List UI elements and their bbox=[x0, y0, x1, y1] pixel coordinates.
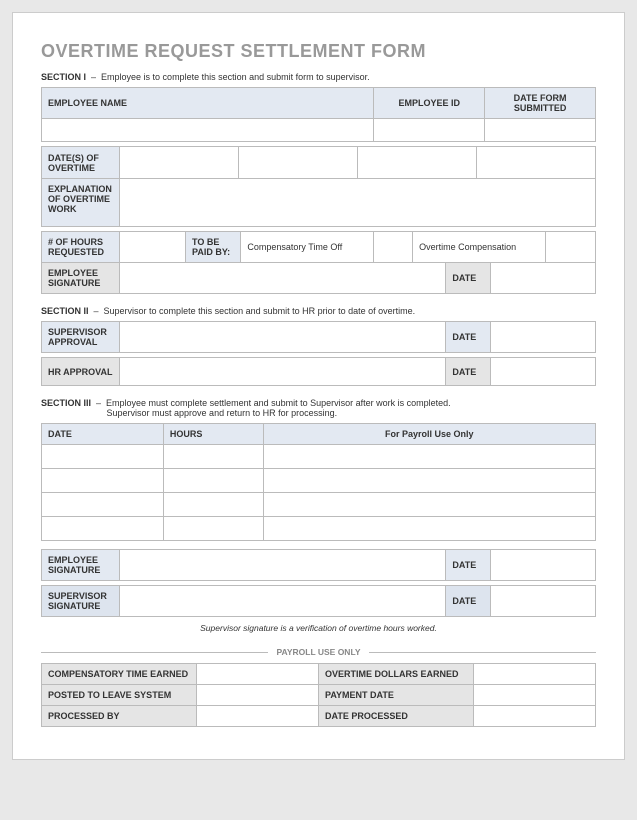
option-overtime-comp: Overtime Compensation bbox=[413, 232, 546, 263]
overtime-comp-checkbox[interactable] bbox=[546, 232, 596, 263]
label-supervisor-approval: SUPERVISOR APPROVAL bbox=[42, 322, 120, 353]
emp-sig-3-field[interactable] bbox=[119, 550, 446, 581]
explanation-field[interactable] bbox=[119, 179, 595, 227]
date-submitted-field[interactable] bbox=[485, 119, 596, 142]
hours-requested-field[interactable] bbox=[119, 232, 185, 263]
label-explanation: EXPLANATION OF OVERTIME WORK bbox=[42, 179, 120, 227]
label-date-processed: DATE PROCESSED bbox=[318, 706, 473, 727]
employee-id-field[interactable] bbox=[374, 119, 485, 142]
section2-desc: Supervisor to complete this section and … bbox=[104, 306, 416, 316]
ot-dollars-field[interactable] bbox=[474, 664, 596, 685]
section3-desc1: Employee must complete settlement and su… bbox=[106, 398, 451, 408]
settle-date-3[interactable] bbox=[42, 493, 164, 517]
supervisor-approval-date-field[interactable] bbox=[490, 322, 595, 353]
label-paid-by: TO BE PAID BY: bbox=[186, 232, 241, 263]
dates-ot-field-2[interactable] bbox=[238, 147, 357, 179]
supervisor-approval-field[interactable] bbox=[119, 322, 446, 353]
settle-hours-3[interactable] bbox=[163, 493, 263, 517]
section2-table-hr: HR APPROVAL DATE bbox=[41, 357, 596, 386]
settle-date-4[interactable] bbox=[42, 517, 164, 541]
page-title: OVERTIME REQUEST SETTLEMENT FORM bbox=[41, 41, 596, 62]
employee-name-field[interactable] bbox=[42, 119, 374, 142]
section1-desc: Employee is to complete this section and… bbox=[101, 72, 370, 82]
divider-line-right bbox=[369, 652, 596, 653]
settle-payroll-4[interactable] bbox=[263, 517, 595, 541]
section3-sig-sup: SUPERVISOR SIGNATURE DATE bbox=[41, 585, 596, 617]
col-employee-name: EMPLOYEE NAME bbox=[42, 88, 374, 119]
label-employee-signature: EMPLOYEE SIGNATURE bbox=[42, 263, 120, 294]
settle-date-2[interactable] bbox=[42, 469, 164, 493]
label-processed-by: PROCESSED BY bbox=[42, 706, 197, 727]
sup-sig-3-field[interactable] bbox=[119, 586, 446, 617]
section3-desc2: Supervisor must approve and return to HR… bbox=[107, 408, 338, 418]
date-submitted-input[interactable] bbox=[491, 124, 589, 136]
section3-intro: SECTION III – Employee must complete set… bbox=[41, 398, 596, 418]
label-sup-date: DATE bbox=[446, 322, 490, 353]
option-comp-time-off: Compensatory Time Off bbox=[241, 232, 374, 263]
section3-label: SECTION III bbox=[41, 398, 91, 408]
dates-ot-field-3[interactable] bbox=[357, 147, 476, 179]
col-date: DATE bbox=[42, 424, 164, 445]
hours-requested-input[interactable] bbox=[126, 241, 179, 253]
payroll-table: COMPENSATORY TIME EARNED OVERTIME DOLLAR… bbox=[41, 663, 596, 727]
employee-id-input[interactable] bbox=[380, 124, 478, 136]
label-ot-dollars: OVERTIME DOLLARS EARNED bbox=[318, 664, 473, 685]
section1-intro: SECTION I – Employee is to complete this… bbox=[41, 72, 596, 82]
label-sup-sig-3-date: DATE bbox=[446, 586, 490, 617]
settle-date-1[interactable] bbox=[42, 445, 164, 469]
section1-table-top: EMPLOYEE NAME EMPLOYEE ID DATE FORM SUBM… bbox=[41, 87, 596, 142]
section1-label: SECTION I bbox=[41, 72, 86, 82]
label-posted: POSTED TO LEAVE SYSTEM bbox=[42, 685, 197, 706]
section2-intro: SECTION II – Supervisor to complete this… bbox=[41, 306, 596, 316]
employee-signature-field[interactable] bbox=[119, 263, 446, 294]
comp-earned-field[interactable] bbox=[197, 664, 319, 685]
label-sig-date: DATE bbox=[446, 263, 490, 294]
col-payroll-use: For Payroll Use Only bbox=[263, 424, 595, 445]
label-comp-earned: COMPENSATORY TIME EARNED bbox=[42, 664, 197, 685]
hr-approval-field[interactable] bbox=[119, 358, 446, 386]
section1-table-sig: EMPLOYEE SIGNATURE DATE bbox=[41, 262, 596, 294]
dates-ot-field-4[interactable] bbox=[476, 147, 595, 179]
employee-sig-date-field[interactable] bbox=[490, 263, 595, 294]
label-dates-overtime: DATE(S) OF OVERTIME bbox=[42, 147, 120, 179]
section3-sig-emp: EMPLOYEE SIGNATURE DATE bbox=[41, 549, 596, 581]
label-emp-sig-3-date: DATE bbox=[446, 550, 490, 581]
emp-sig-3-date-field[interactable] bbox=[490, 550, 595, 581]
label-hr-date: DATE bbox=[446, 358, 490, 386]
employee-name-input[interactable] bbox=[48, 124, 367, 136]
label-payment-date: PAYMENT DATE bbox=[318, 685, 473, 706]
posted-field[interactable] bbox=[197, 685, 319, 706]
col-employee-id: EMPLOYEE ID bbox=[374, 88, 485, 119]
supervisor-note: Supervisor signature is a verification o… bbox=[41, 623, 596, 633]
comp-time-checkbox[interactable] bbox=[374, 232, 413, 263]
processed-by-field[interactable] bbox=[197, 706, 319, 727]
label-hr-approval: HR APPROVAL bbox=[42, 358, 120, 386]
label-hours-requested: # OF HOURS REQUESTED bbox=[42, 232, 120, 263]
sup-sig-3-date-field[interactable] bbox=[490, 586, 595, 617]
col-date-submitted: DATE FORM SUBMITTED bbox=[485, 88, 596, 119]
settle-hours-1[interactable] bbox=[163, 445, 263, 469]
settle-payroll-2[interactable] bbox=[263, 469, 595, 493]
col-hours: HOURS bbox=[163, 424, 263, 445]
section1-table-mid: DATE(S) OF OVERTIME EXPLANATION OF OVERT… bbox=[41, 146, 596, 227]
payroll-header: PAYROLL USE ONLY bbox=[276, 647, 360, 657]
payment-date-field[interactable] bbox=[474, 685, 596, 706]
hr-approval-date-field[interactable] bbox=[490, 358, 595, 386]
settle-payroll-3[interactable] bbox=[263, 493, 595, 517]
settle-hours-4[interactable] bbox=[163, 517, 263, 541]
label-sup-sig-3: SUPERVISOR SIGNATURE bbox=[42, 586, 120, 617]
payroll-divider: PAYROLL USE ONLY bbox=[41, 647, 596, 657]
section1-table-hours: # OF HOURS REQUESTED TO BE PAID BY: Comp… bbox=[41, 231, 596, 263]
section3-table: DATE HOURS For Payroll Use Only bbox=[41, 423, 596, 541]
settle-hours-2[interactable] bbox=[163, 469, 263, 493]
divider-line-left bbox=[41, 652, 268, 653]
date-processed-field[interactable] bbox=[474, 706, 596, 727]
section2-table: SUPERVISOR APPROVAL DATE bbox=[41, 321, 596, 353]
label-emp-sig-3: EMPLOYEE SIGNATURE bbox=[42, 550, 120, 581]
form-page: OVERTIME REQUEST SETTLEMENT FORM SECTION… bbox=[12, 12, 625, 760]
settle-payroll-1[interactable] bbox=[263, 445, 595, 469]
section2-label: SECTION II bbox=[41, 306, 89, 316]
dates-ot-field-1[interactable] bbox=[119, 147, 238, 179]
